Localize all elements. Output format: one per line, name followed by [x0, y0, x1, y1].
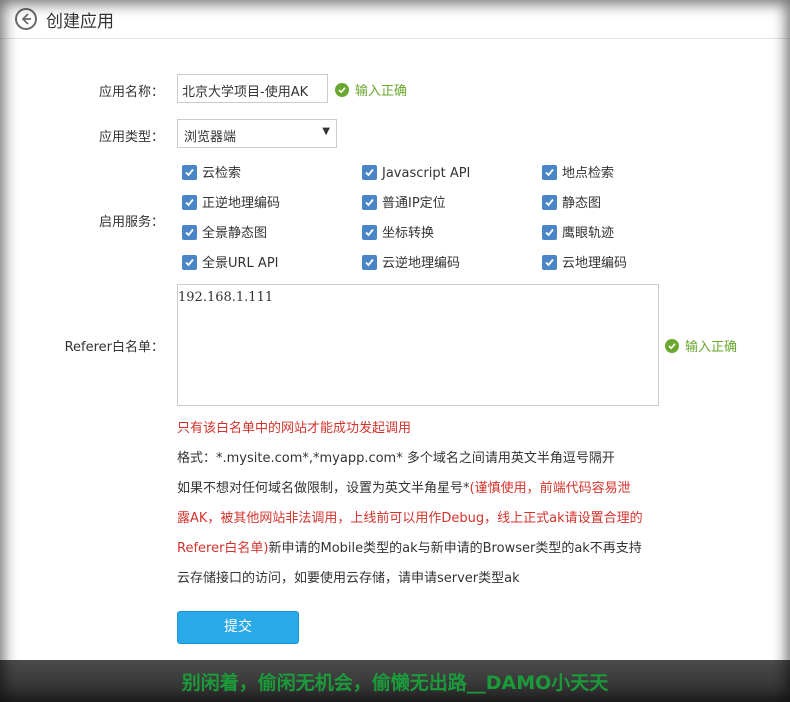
check-circle-icon: [335, 83, 349, 97]
service-label: 全景URL API: [202, 256, 279, 271]
service-label: Javascript API: [382, 166, 471, 181]
referer-hint-6: 云存储接口的访问，如要使用云存储，请申请server类型ak: [177, 571, 520, 586]
checkbox-checked-icon[interactable]: [542, 225, 557, 240]
service-checkbox[interactable]: 鹰眼轨迹: [542, 225, 614, 243]
page-title: 创建应用: [46, 12, 114, 32]
checkbox-checked-icon[interactable]: [542, 255, 557, 270]
checkbox-checked-icon[interactable]: [362, 165, 377, 180]
services-label: 启用服务：: [98, 215, 164, 230]
service-checkbox[interactable]: 云地理编码: [542, 255, 627, 273]
checkbox-checked-icon[interactable]: [182, 225, 197, 240]
referer-value: 192.168.1.111: [178, 290, 274, 305]
service-label: 全景静态图: [202, 226, 268, 241]
service-checkbox[interactable]: 正逆地理编码: [182, 195, 280, 213]
service-label: 坐标转换: [382, 226, 435, 241]
checkbox-checked-icon[interactable]: [182, 195, 197, 210]
referer-hint-1: 只有该白名单中的网站才能成功发起调用: [177, 421, 412, 436]
checkbox-checked-icon[interactable]: [542, 195, 557, 210]
checkbox-checked-icon[interactable]: [362, 225, 377, 240]
app-name-label: 应用名称：: [98, 85, 164, 100]
service-checkbox[interactable]: 云检索: [182, 165, 241, 183]
referer-status: 输入正确: [665, 336, 737, 355]
referer-status-text: 输入正确: [685, 340, 738, 355]
service-label: 正逆地理编码: [202, 196, 281, 211]
checkbox-checked-icon[interactable]: [182, 165, 197, 180]
app-type-label: 应用类型：: [98, 130, 164, 145]
service-checkbox[interactable]: Javascript API: [362, 165, 470, 183]
dropdown-caret-icon: ▼: [322, 126, 330, 137]
checkbox-checked-icon[interactable]: [182, 255, 197, 270]
service-label: 云地理编码: [562, 256, 628, 271]
page-header: 创建应用: [0, 0, 790, 39]
service-checkbox[interactable]: 静态图: [542, 195, 601, 213]
app-type-value: 浏览器端: [184, 130, 237, 145]
service-label: 云检索: [202, 166, 242, 181]
app-name-status: 输入正确: [335, 80, 407, 99]
app-type-select[interactable]: 浏览器端 ▼: [177, 119, 337, 148]
service-checkbox[interactable]: 坐标转换: [362, 225, 434, 243]
referer-hint-5a: Referer白名单): [177, 541, 269, 556]
service-checkbox[interactable]: 普通IP定位: [362, 195, 446, 213]
checkbox-checked-icon[interactable]: [362, 195, 377, 210]
referer-hint-3b: (谨慎使用，前端代码容易泄: [469, 481, 631, 496]
service-label: 静态图: [562, 196, 602, 211]
footer-banner-text: 别闲着，偷闲无机会，偷懒无出路__DAMO小天天: [181, 672, 609, 694]
checkbox-checked-icon[interactable]: [362, 255, 377, 270]
back-arrow-icon[interactable]: [15, 8, 37, 30]
checkbox-checked-icon[interactable]: [542, 165, 557, 180]
referer-label: Referer白名单：: [64, 340, 164, 355]
app-name-input[interactable]: 北京大学项目-使用AK: [177, 74, 328, 103]
check-circle-icon: [665, 339, 679, 353]
service-label: 鹰眼轨迹: [562, 226, 615, 241]
service-checkbox[interactable]: 云逆地理编码: [362, 255, 460, 273]
service-label: 普通IP定位: [382, 196, 446, 211]
submit-button[interactable]: 提交: [177, 611, 299, 644]
service-checkbox[interactable]: 全景静态图: [182, 225, 267, 243]
referer-hint-5: Referer白名单)新申请的Mobile类型的ak与新申请的Browser类型…: [177, 537, 642, 556]
referer-hint-3a: 如果不想对任何域名做限制，设置为英文半角星号*: [177, 481, 470, 496]
referer-hint-5b: 新申请的Mobile类型的ak与新申请的Browser类型的ak不再支持: [268, 541, 642, 556]
referer-hint-2: 格式：*.mysite.com*,*myapp.com* 多个域名之间请用英文半…: [177, 451, 615, 466]
referer-hint-3: 如果不想对任何域名做限制，设置为英文半角星号*(谨慎使用，前端代码容易泄: [177, 477, 631, 496]
app-name-status-text: 输入正确: [355, 84, 408, 99]
service-checkbox[interactable]: 地点检索: [542, 165, 614, 183]
referer-hint-4: 露AK，被其他网站非法调用，上线前可以用作Debug，线上正式ak请设置合理的: [177, 511, 643, 526]
service-label: 地点检索: [562, 166, 615, 181]
service-checkbox[interactable]: 全景URL API: [182, 255, 279, 273]
service-label: 云逆地理编码: [382, 256, 461, 271]
referer-textarea[interactable]: 192.168.1.111: [177, 284, 659, 406]
